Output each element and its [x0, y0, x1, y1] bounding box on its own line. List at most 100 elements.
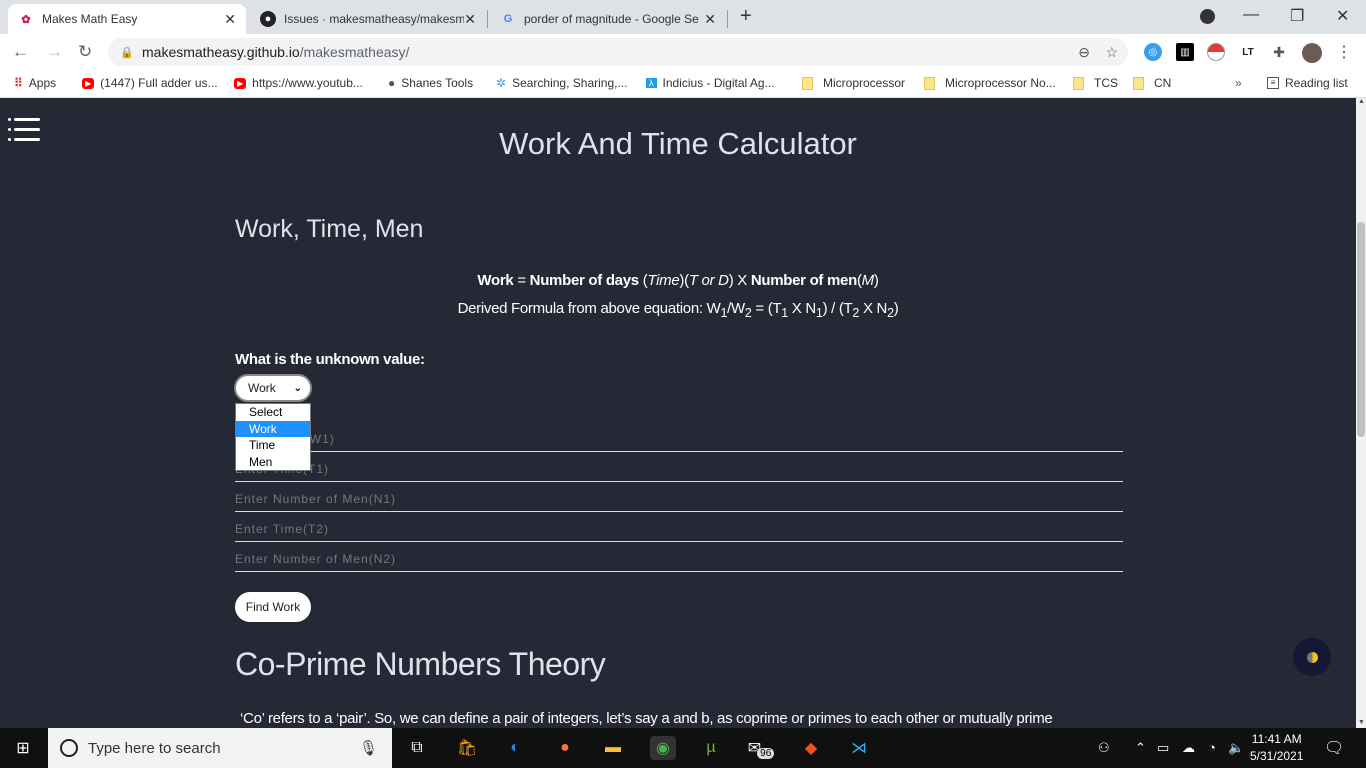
tab-search-icon[interactable]	[1200, 9, 1215, 24]
men1-input[interactable]: Enter Number of Men(N1)	[235, 486, 1123, 512]
mail-icon[interactable]: ✉ 96	[748, 736, 775, 760]
store-icon[interactable]: 🛍	[454, 736, 480, 760]
time2-input[interactable]: Enter Time(T2)	[235, 516, 1123, 542]
puzzle-icon[interactable]: ✚	[1270, 43, 1288, 61]
browser-toolbar: ← → ↻ 🔒 makesmatheasy.github.io/makesmat…	[0, 34, 1366, 70]
lt-icon[interactable]: LT	[1239, 43, 1257, 61]
option-select[interactable]: Select	[236, 404, 310, 421]
indicius-icon: λ	[646, 78, 657, 88]
people-icon[interactable]: ⚇	[1098, 740, 1110, 756]
placeholder: Enter Number of Men(N2)	[235, 552, 397, 566]
bookmark-item[interactable]: λ Indicius - Digital Ag...	[646, 76, 775, 90]
bookmark-item[interactable]: ● Shanes Tools	[388, 76, 473, 90]
microphone-icon[interactable]: 🎙	[359, 739, 378, 757]
bookmark-label: Microprocessor No...	[945, 76, 1056, 90]
battery-icon[interactable]: ▭	[1157, 740, 1169, 756]
tab-google[interactable]: G porder of magnitude - Google Se ✕	[490, 4, 726, 34]
tab-title: porder of magnitude - Google Se	[524, 12, 699, 26]
vscode-icon[interactable]: ⋊	[846, 736, 872, 760]
scrollbar-thumb[interactable]	[1357, 222, 1365, 437]
tab-makes-math-easy[interactable]: ✿ Makes Math Easy ✕	[8, 4, 246, 34]
bookmarks-bar: ⠿ Apps ▶ (1447) Full adder us... ▶ https://…	[0, 70, 1366, 98]
wifi-icon[interactable]: ◔	[1208, 740, 1216, 755]
page-scrollbar[interactable]: ▲ ▼	[1356, 98, 1366, 728]
close-tab-icon[interactable]: ✕	[704, 11, 716, 28]
bookmark-folder[interactable]: TCS	[1073, 76, 1118, 90]
find-work-button[interactable]: Find Work	[235, 592, 311, 622]
folder-icon	[1073, 76, 1084, 90]
work1-input[interactable]: Enter Work(W1)	[235, 426, 1123, 452]
taskbar-search[interactable]: Type here to search 🎙	[48, 728, 392, 768]
bookmark-star-icon[interactable]: ☆	[1105, 44, 1118, 61]
git-icon[interactable]: ◆	[798, 736, 824, 760]
bookmark-apps[interactable]: ⠿ Apps	[14, 76, 56, 90]
new-tab-icon[interactable]: +	[740, 5, 752, 28]
tab-title: Issues · makesmatheasy/makesm	[284, 12, 464, 26]
option-time[interactable]: Time	[236, 437, 310, 454]
time1-input[interactable]: Enter Time(T1)	[235, 456, 1123, 482]
bookmark-folder[interactable]: Microprocessor No...	[924, 76, 1056, 90]
reading-list-label: Reading list	[1285, 76, 1348, 90]
bookmark-label: Apps	[28, 76, 57, 90]
coprime-paragraph: ‘Co’ refers to a ‘pair’. So, we can defi…	[240, 710, 1053, 727]
bookmark-item[interactable]: ▶ https://www.youtub...	[234, 76, 363, 90]
close-window-icon[interactable]: ✕	[1336, 6, 1349, 26]
restore-icon[interactable]: ❐	[1290, 6, 1304, 26]
forward-icon[interactable]: →	[46, 42, 63, 62]
bookmark-folder[interactable]: Microprocessor	[802, 76, 905, 90]
folder-icon	[802, 76, 813, 90]
onedrive-icon[interactable]: ☁	[1182, 740, 1195, 756]
theme-toggle-button[interactable]	[1293, 638, 1331, 676]
github-icon: ●	[260, 11, 276, 27]
scroll-up-icon[interactable]: ▲	[1358, 98, 1365, 105]
reading-list-button[interactable]: ≡ Reading list	[1267, 76, 1348, 90]
extension-blue-icon[interactable]: ◎	[1144, 43, 1162, 61]
chrome-icon[interactable]: ◉	[650, 736, 676, 760]
more-bookmarks-button[interactable]: »	[1235, 76, 1242, 90]
option-men[interactable]: Men	[236, 454, 310, 471]
bookmark-label: Indicius - Digital Ag...	[662, 76, 775, 90]
url-path: /makesmatheasy/	[299, 44, 410, 60]
option-work[interactable]: Work	[236, 420, 310, 437]
clock-time: 11:41 AM	[1251, 732, 1302, 746]
notifications-icon[interactable]: 🗨	[1324, 738, 1344, 758]
bookmark-label: https://www.youtub...	[252, 76, 363, 90]
minimize-icon[interactable]: —	[1243, 6, 1259, 24]
taskbar-clock[interactable]: 11:41 AM 5/31/2021	[1250, 731, 1303, 765]
reading-list-icon: ≡	[1267, 77, 1279, 89]
close-tab-icon[interactable]: ✕	[464, 11, 476, 28]
close-tab-icon[interactable]: ✕	[224, 11, 236, 28]
bookmark-folder[interactable]: CN	[1133, 76, 1171, 90]
scroll-down-icon[interactable]: ▼	[1358, 719, 1365, 726]
trash-icon[interactable]: ▥	[1176, 43, 1194, 61]
volume-icon[interactable]: 🔈	[1228, 740, 1244, 756]
youtube-icon: ▶	[234, 77, 247, 89]
tab-strip: ✿ Makes Math Easy ✕ ● Issues · makesmath…	[0, 0, 1366, 34]
edge-icon[interactable]: ◐	[502, 736, 528, 760]
firefox-icon[interactable]: ●	[552, 736, 578, 760]
address-bar[interactable]: 🔒 makesmatheasy.github.io/makesmatheasy/…	[108, 38, 1128, 66]
pokeball-icon[interactable]	[1207, 43, 1225, 61]
globe-icon: ●	[388, 76, 396, 90]
bookmark-label: TCS	[1094, 76, 1118, 90]
task-view-icon[interactable]: ⧉	[404, 736, 430, 760]
menu-kebab-icon[interactable]: ⋮	[1335, 43, 1353, 61]
men2-input[interactable]: Enter Number of Men(N2)	[235, 546, 1123, 572]
back-icon[interactable]: ←	[12, 42, 29, 62]
mail-badge: 96	[757, 747, 775, 759]
bookmark-item[interactable]: ✲ Searching, Sharing,...	[496, 76, 627, 90]
tray-expand-icon[interactable]: ⌃	[1135, 740, 1146, 756]
bookmark-label: Shanes Tools	[401, 76, 474, 90]
bookmark-item[interactable]: ▶ (1447) Full adder us...	[82, 76, 218, 90]
profile-avatar[interactable]	[1302, 43, 1322, 63]
windows-start-icon[interactable]: ⊞	[10, 736, 36, 760]
tab-issues[interactable]: ● Issues · makesmatheasy/makesm ✕	[250, 4, 486, 34]
file-explorer-icon[interactable]: ▬	[600, 736, 626, 760]
unknown-value-select[interactable]: Work ⌄	[234, 374, 312, 402]
zoom-icon[interactable]: ⊖	[1078, 44, 1090, 61]
utorrent-icon[interactable]: µ	[698, 736, 724, 760]
work-formula: Work = Number of days (Time)(T or D) X N…	[477, 272, 879, 289]
section-title: Work, Time, Men	[235, 215, 424, 243]
lock-icon: 🔒	[120, 46, 134, 59]
reload-icon[interactable]: ↻	[78, 42, 92, 62]
